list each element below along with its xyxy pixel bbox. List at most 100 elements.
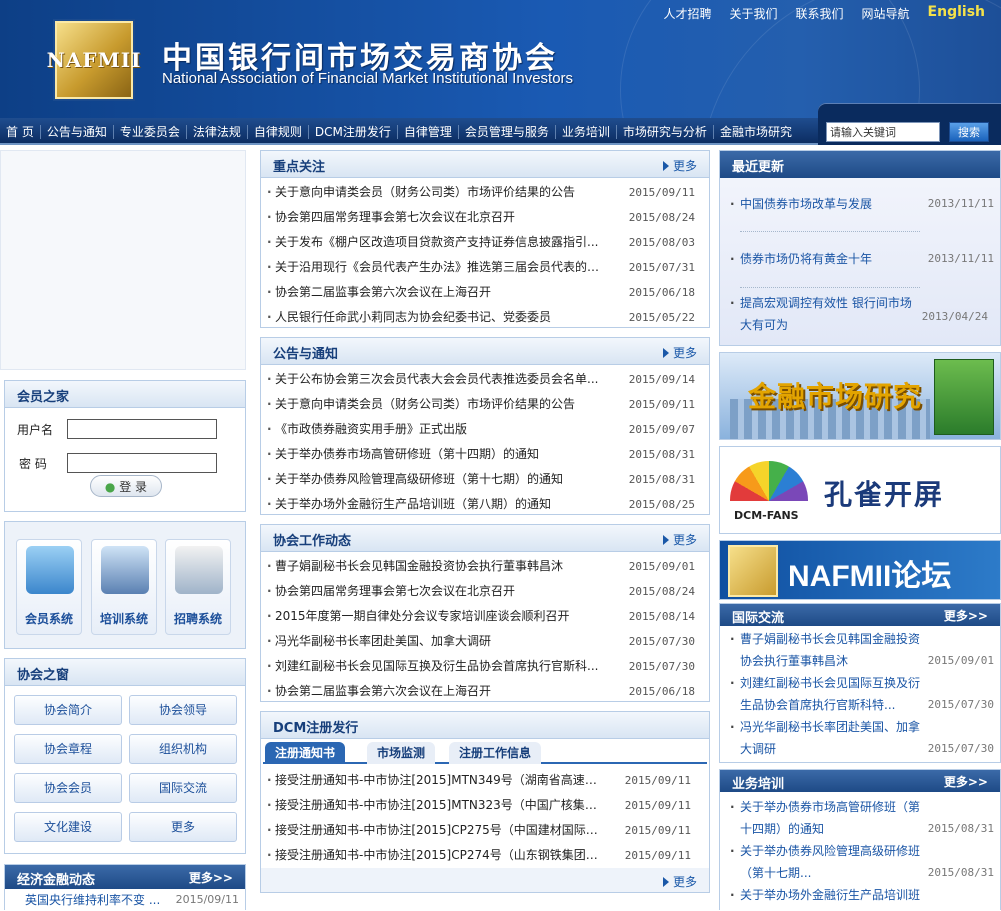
search-input[interactable] xyxy=(826,122,940,142)
link-english[interactable]: English xyxy=(928,4,985,22)
notice-title: 公告与通知 更多 xyxy=(261,338,709,365)
item-title: 债券市场仍将有黄金十年 xyxy=(740,252,873,266)
work-more-link[interactable]: 更多 xyxy=(662,531,697,548)
item-date: 2013/11/11 xyxy=(927,197,994,210)
association-window-title: 协会之窗 xyxy=(5,659,245,686)
banner-research[interactable]: 金融市场研究 xyxy=(719,352,1001,440)
list-item[interactable]: 关于公布协会第三次会员代表大会会员代表推选委员会名单... 2015/09/14 xyxy=(261,367,709,392)
search-button[interactable]: 搜索 xyxy=(949,122,989,142)
list-item[interactable]: 关于发布《棚户区改造项目贷款资产支持证券信息披露指引... 2015/08/03 xyxy=(261,230,709,255)
nav-committees[interactable]: 专业委员会 xyxy=(114,124,187,139)
list-item[interactable]: 协会第二届监事会第六次会议在上海召开 2015/06/18 xyxy=(261,679,709,704)
focus-more-link[interactable]: 更多 xyxy=(662,157,697,174)
nav-dcm[interactable]: DCM注册发行 xyxy=(309,124,398,139)
training-system-button[interactable]: 培训系统 xyxy=(91,539,157,635)
nav-financial-research[interactable]: 金融市场研究 xyxy=(714,125,798,139)
tab-registration-info[interactable]: 注册工作信息 xyxy=(449,742,542,764)
econ-item[interactable]: 英国央行维持利率不变 ... 2015/09/11 xyxy=(5,889,245,911)
list-item[interactable]: 人民银行任命武小莉同志为协会纪委书记、党委委员 2015/05/22 xyxy=(261,305,709,330)
list-item[interactable]: 协会第二届监事会第六次会议在上海召开 2015/06/18 xyxy=(261,280,709,305)
list-item[interactable]: 冯光华副秘书长率团赴美国、加拿大调研 2015/07/30 xyxy=(720,716,1000,760)
list-item[interactable]: 刘建红副秘书长会见国际互换及衍生品协会首席执行官斯科特... 2015/07/30 xyxy=(720,672,1000,716)
list-item[interactable]: 提高宏观调控有效性 银行间市场大有可为 xyxy=(720,292,920,336)
list-item[interactable]: 关于沿用现行《会员代表产生办法》推选第三届会员代表的公告 2015/07/31 xyxy=(261,255,709,280)
list-item[interactable]: 关于意向申请类会员（财务公司类）市场评价结果的公告 2015/09/11 xyxy=(261,392,709,417)
password-input[interactable] xyxy=(67,453,217,473)
econ-more-link[interactable]: 更多>> xyxy=(189,869,233,886)
nav-home[interactable]: 首 页 xyxy=(0,124,41,139)
banner-dcm-fans[interactable]: DCM-FANS 孔雀开屏 xyxy=(719,446,1001,534)
list-item[interactable]: 关于举办债券市场高管研修班（第十四期）的通知 2015/08/31 xyxy=(720,796,1000,840)
list-item[interactable]: 刘建红副秘书长会见国际互换及衍生品协会首席执行官斯科... 2015/07/30 xyxy=(261,654,709,679)
btn-more[interactable]: 更多 xyxy=(129,812,237,842)
dcm-panel: DCM注册发行 注册通知书 市场监测 注册工作信息 接受注册通知书-中市协注[2… xyxy=(260,711,710,893)
list-item[interactable]: 曹子娟副秘书长会见韩国金融投资协会执行董事韩昌沐 2015/09/01 xyxy=(261,554,709,579)
item-date: 2015/06/18 xyxy=(628,286,695,299)
item-title: 刘建红副秘书长会见国际互换及衍生品协会首席执行官斯科特... xyxy=(740,676,921,712)
nav-market-research[interactable]: 市场研究与分析 xyxy=(617,124,714,139)
login-button[interactable]: ● 登 录 xyxy=(90,475,162,497)
nafmii-logo[interactable]: NAFMII xyxy=(47,21,140,99)
item-title: 关于举办场外金融衍生产品培训班（第八期）的通知 xyxy=(740,888,921,902)
list-item[interactable]: 关于举办债券风险管理高级研修班（第十七期... 2015/08/31 xyxy=(720,840,1000,884)
btn-organization[interactable]: 组织机构 xyxy=(129,734,237,764)
list-item[interactable]: 接受注册通知书-中市协注[2015]MTN323号（中国广核集团有... 2015… xyxy=(261,793,709,818)
econ-news-title-text: 经济金融动态 xyxy=(17,873,96,888)
link-about[interactable]: 关于我们 xyxy=(730,5,778,22)
member-system-button[interactable]: 会员系统 xyxy=(16,539,82,635)
btn-intro[interactable]: 协会简介 xyxy=(14,695,122,725)
training-more-link[interactable]: 更多>> xyxy=(944,773,988,790)
nav-notices[interactable]: 公告与通知 xyxy=(41,124,114,139)
btn-leaders[interactable]: 协会领导 xyxy=(129,695,237,725)
link-contact[interactable]: 联系我们 xyxy=(796,5,844,22)
nav-member-services[interactable]: 会员管理与服务 xyxy=(459,124,556,139)
dcm-fans-label: DCM-FANS xyxy=(734,509,799,522)
nav-laws[interactable]: 法律法规 xyxy=(187,124,248,139)
link-sitemap[interactable]: 网站导航 xyxy=(862,5,910,22)
btn-culture[interactable]: 文化建设 xyxy=(14,812,122,842)
training-list: 关于举办债券市场高管研修班（第十四期）的通知 2015/08/31 关于举办债券风… xyxy=(720,792,1000,910)
list-item[interactable]: 关于意向申请类会员（财务公司类）市场评价结果的公告 2015/09/11 xyxy=(261,180,709,205)
training-system-label: 培训系统 xyxy=(99,612,148,626)
list-item[interactable]: 关于举办场外金融衍生产品培训班（第八期）的通知 xyxy=(720,884,1000,910)
list-item[interactable]: 债券市场仍将有黄金十年 2013/11/11 xyxy=(720,248,1000,270)
list-item[interactable]: 接受注册通知书-中市协注[2015]CP274号（山东钢铁集团有... 2015/… xyxy=(261,843,709,868)
nav-training[interactable]: 业务培训 xyxy=(556,124,617,139)
list-item[interactable]: 关于举办债券市场高管研修班（第十四期）的通知 2015/08/31 xyxy=(261,442,709,467)
list-item[interactable]: 中国债券市场改革与发展 2013/11/11 xyxy=(720,193,1000,215)
btn-charter[interactable]: 协会章程 xyxy=(14,734,122,764)
list-item[interactable]: 2015年度第一期自律处分会议专家培训座谈会顺利召开 2015/08/14 xyxy=(261,604,709,629)
latest-title: 最近更新 xyxy=(720,151,1000,178)
item-date: 2015/09/11 xyxy=(624,824,691,837)
item-date: 2015/09/11 xyxy=(624,774,691,787)
link-careers[interactable]: 人才招聘 xyxy=(663,5,711,22)
list-item[interactable]: 协会第四届常务理事会第七次会议在北京召开 2015/08/24 xyxy=(261,205,709,230)
tab-registration-notice[interactable]: 注册通知书 xyxy=(265,742,346,764)
btn-international[interactable]: 国际交流 xyxy=(129,773,237,803)
dcm-more-link[interactable]: 更多 xyxy=(662,873,697,890)
focus-title: 重点关注 更多 xyxy=(261,151,709,178)
focus-more-label: 更多 xyxy=(672,159,697,173)
list-item[interactable]: 接受注册通知书-中市协注[2015]MTN349号（湖南省高速公路... 2015… xyxy=(261,768,709,793)
intl-more-link[interactable]: 更多>> xyxy=(944,607,988,624)
list-item[interactable]: 接受注册通知书-中市协注[2015]CP275号（中国建材国际工... 2015/… xyxy=(261,818,709,843)
nav-rules[interactable]: 自律规则 xyxy=(248,124,309,139)
systems-panel: 会员系统 培训系统 招聘系统 xyxy=(4,521,246,649)
recruit-system-button[interactable]: 招聘系统 xyxy=(165,539,231,635)
username-input[interactable] xyxy=(67,419,217,439)
nav-self-regulation[interactable]: 自律管理 xyxy=(398,124,459,139)
list-item[interactable]: 协会第四届常务理事会第七次会议在北京召开 2015/08/24 xyxy=(261,579,709,604)
notice-more-link[interactable]: 更多 xyxy=(662,344,697,361)
dcm-list: 接受注册通知书-中市协注[2015]MTN349号（湖南省高速公路... 2015… xyxy=(261,768,709,868)
list-item[interactable]: 冯光华副秘书长率团赴美国、加拿大调研 2015/07/30 xyxy=(261,629,709,654)
list-item[interactable]: 关于举办场外金融衍生产品培训班（第八期）的通知 2015/08/25 xyxy=(261,492,709,517)
arrow-right-icon xyxy=(662,348,669,358)
list-item[interactable]: 关于举办债券风险管理高级研修班（第十七期）的通知 2015/08/31 xyxy=(261,467,709,492)
training-title-text: 业务培训 xyxy=(732,777,785,792)
list-item[interactable]: 《市政债券融资实用手册》正式出版 2015/09/07 xyxy=(261,417,709,442)
tab-market-monitor[interactable]: 市场监测 xyxy=(367,742,436,764)
banner-forum[interactable]: NAFMII论坛 xyxy=(719,540,1001,600)
list-item[interactable]: 曹子娟副秘书长会见韩国金融投资协会执行董事韩昌沐 2015/09/01 xyxy=(720,628,1000,672)
member-login-title: 会员之家 xyxy=(5,381,245,408)
btn-members[interactable]: 协会会员 xyxy=(14,773,122,803)
